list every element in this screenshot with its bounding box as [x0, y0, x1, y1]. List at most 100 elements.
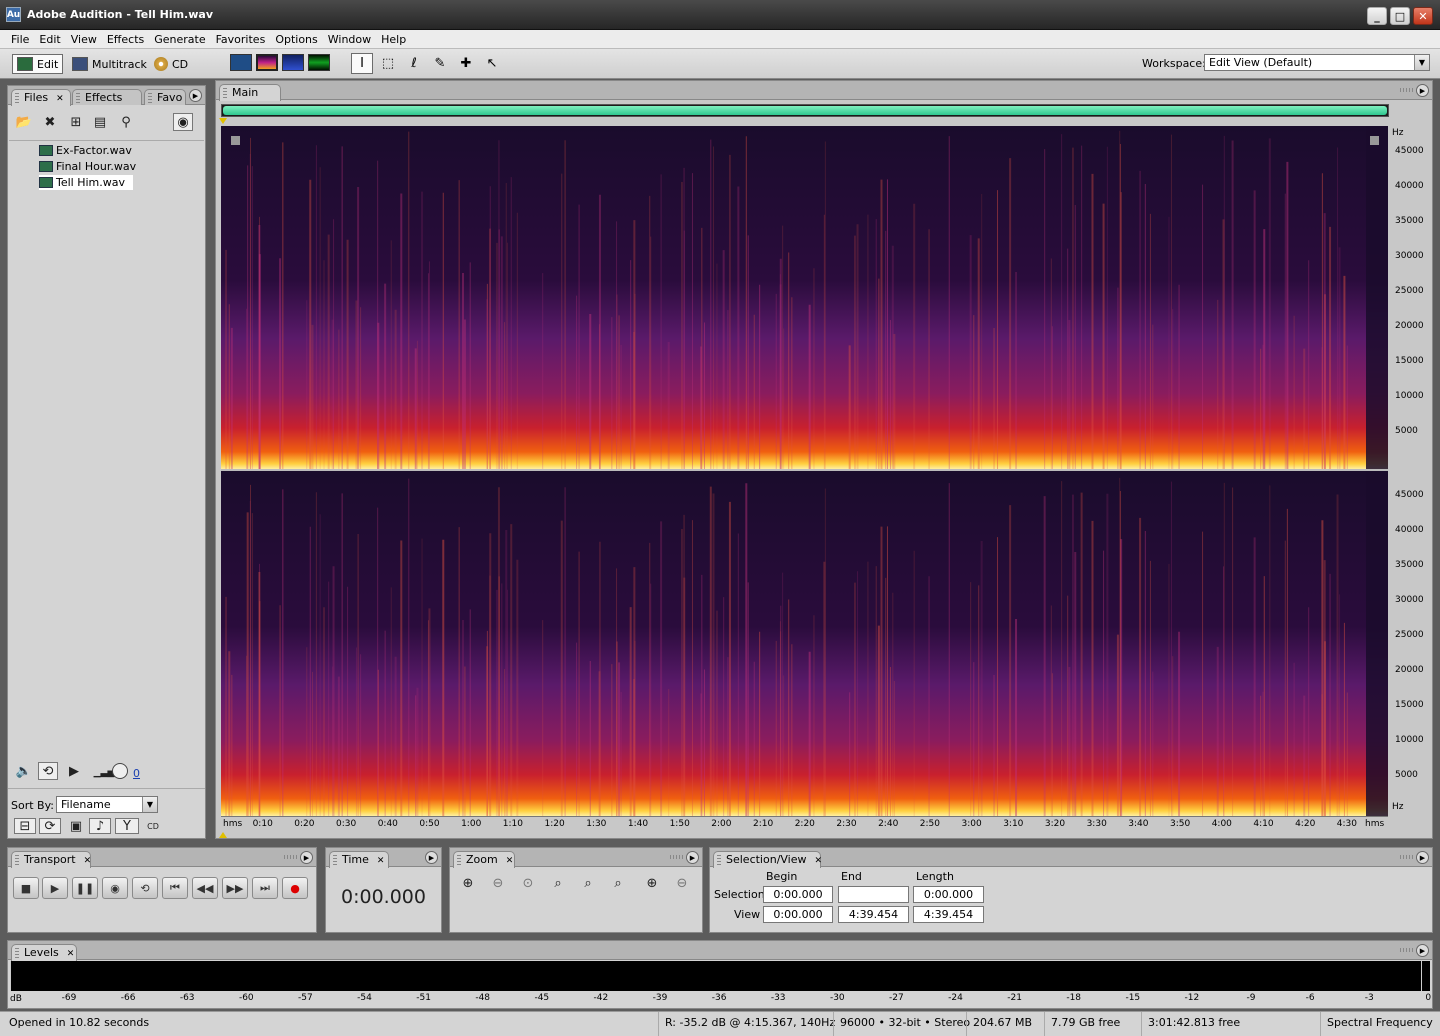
insert-cd-icon[interactable]: ▤: [90, 113, 110, 131]
time-ruler[interactable]: hms hms 0:10 0:20 0:30 0:40 0:50 1:00 1:10 1:20…: [221, 816, 1388, 832]
hybrid-tool-icon[interactable]: ↖: [481, 53, 503, 74]
list-item-ex-factor[interactable]: Ex-Factor.wav: [39, 143, 140, 158]
tab-transport[interactable]: Transport ✕: [11, 851, 91, 868]
tab-zoom[interactable]: Zoom ✕: [453, 851, 515, 868]
workspace-select[interactable]: Edit View (Default) ▼: [1204, 54, 1430, 71]
zoom-out-vertical-icon[interactable]: ⊖: [672, 874, 692, 892]
zoom-corner-icon[interactable]: [1370, 136, 1379, 145]
start-marker-icon[interactable]: [219, 118, 227, 124]
view-begin-field[interactable]: 0:00.000: [763, 906, 833, 923]
close-icon[interactable]: ✕: [84, 856, 92, 866]
zoom-in-icon[interactable]: ⊕: [458, 874, 478, 892]
selection-length-field[interactable]: 0:00.000: [913, 886, 984, 903]
view-end-field[interactable]: 4:39.454: [838, 906, 909, 923]
close-button[interactable]: ✕: [1413, 7, 1433, 25]
play-icon[interactable]: ▶: [64, 762, 84, 780]
menu-view[interactable]: View: [66, 33, 102, 46]
list-item-final-hour[interactable]: Final Hour.wav: [39, 159, 144, 174]
overview-range[interactable]: [223, 106, 1387, 115]
sort-by-select[interactable]: Filename ▼: [56, 796, 158, 813]
filter-loop-icon[interactable]: ⟳: [39, 818, 61, 834]
zoom-left-icon[interactable]: ⌕: [578, 874, 598, 892]
loop-play-button[interactable]: ⟲: [132, 877, 158, 899]
close-icon[interactable]: ✕: [377, 856, 385, 866]
selection-begin-field[interactable]: 0:00.000: [763, 886, 833, 903]
menu-edit[interactable]: Edit: [34, 33, 65, 46]
loop-icon[interactable]: ⟲: [38, 762, 58, 780]
go-to-end-button[interactable]: ⏭: [252, 877, 278, 899]
waveform-display-button[interactable]: [230, 54, 252, 71]
selection-end-field[interactable]: [838, 886, 909, 903]
marquee-tool-icon[interactable]: ⬚: [377, 53, 399, 74]
panel-menu-icon[interactable]: ▶: [425, 851, 438, 864]
play-to-end-button[interactable]: ◉: [102, 877, 128, 899]
stop-button[interactable]: ■: [13, 877, 39, 899]
spectral-phase-button[interactable]: [308, 54, 330, 71]
spectrogram-display[interactable]: [221, 126, 1388, 816]
zoom-in-vertical-icon[interactable]: ⊕: [642, 874, 662, 892]
menu-file[interactable]: File: [6, 33, 34, 46]
time-selection-tool-icon[interactable]: I: [351, 53, 373, 74]
maximize-button[interactable]: □: [1390, 7, 1410, 25]
menu-generate[interactable]: Generate: [149, 33, 210, 46]
rewind-button[interactable]: ◀◀: [192, 877, 218, 899]
overview-bar[interactable]: [221, 104, 1389, 117]
pause-button[interactable]: ❚❚: [72, 877, 98, 899]
menu-help[interactable]: Help: [376, 33, 411, 46]
list-item-tell-him[interactable]: Tell Him.wav: [39, 175, 134, 190]
zoom-out-icon[interactable]: ⊖: [488, 874, 508, 892]
tab-effects[interactable]: Effects: [72, 89, 142, 105]
filter-cd-icon[interactable]: CD: [142, 818, 164, 834]
filter-wave-icon[interactable]: ⊟: [14, 818, 36, 834]
lasso-tool-icon[interactable]: ℓ: [403, 53, 425, 74]
menu-options[interactable]: Options: [270, 33, 322, 46]
menu-effects[interactable]: Effects: [102, 33, 149, 46]
zoom-full-icon[interactable]: ⊙: [518, 874, 538, 892]
filter-midi-icon[interactable]: ♪: [89, 818, 111, 834]
close-icon[interactable]: ✕: [815, 856, 823, 866]
panel-menu-icon[interactable]: ▶: [1416, 84, 1429, 97]
tab-favorites[interactable]: Favo: [144, 89, 186, 105]
close-icon[interactable]: ✕: [506, 856, 514, 866]
tab-files[interactable]: Files ✕: [11, 89, 71, 106]
tab-time[interactable]: Time ✕: [329, 851, 389, 868]
open-file-icon[interactable]: 📂: [14, 113, 34, 131]
tab-levels[interactable]: Levels ✕: [11, 944, 77, 961]
play-button[interactable]: ▶: [42, 877, 68, 899]
speaker-icon[interactable]: 🔈: [14, 762, 34, 780]
minimize-button[interactable]: _: [1367, 7, 1387, 25]
menu-favorites[interactable]: Favorites: [211, 33, 271, 46]
zoom-right-icon[interactable]: ⌕: [608, 874, 628, 892]
spot-healing-tool-icon[interactable]: ✚: [455, 53, 477, 74]
edit-file-icon[interactable]: ⚲: [116, 113, 136, 131]
fast-forward-button[interactable]: ▶▶: [222, 877, 248, 899]
close-icon[interactable]: ✕: [67, 949, 75, 959]
go-to-start-button[interactable]: ⏮: [162, 877, 188, 899]
filter-options-icon[interactable]: Y: [115, 818, 139, 834]
zoom-selection-icon[interactable]: ⌕: [548, 874, 568, 892]
volume-knob[interactable]: [112, 763, 128, 779]
brush-tool-icon[interactable]: ✎: [429, 53, 451, 74]
multitrack-view-button[interactable]: Multitrack: [72, 54, 147, 74]
show-options-icon[interactable]: ◉: [173, 113, 193, 131]
cti-marker-icon[interactable]: [219, 832, 227, 838]
cd-view-button[interactable]: CD: [154, 54, 188, 74]
record-button[interactable]: ●: [282, 877, 308, 899]
spectral-frequency-button[interactable]: [256, 54, 278, 71]
panel-menu-icon[interactable]: ▶: [686, 851, 699, 864]
view-length-field[interactable]: 4:39.454: [913, 906, 984, 923]
insert-multitrack-icon[interactable]: ⊞: [66, 113, 86, 131]
panel-menu-icon[interactable]: ▶: [1416, 944, 1429, 957]
filter-video-icon[interactable]: ▣: [65, 818, 87, 834]
close-icon[interactable]: ✕: [56, 94, 64, 104]
close-file-icon[interactable]: ✖: [40, 113, 60, 131]
edit-view-button[interactable]: Edit: [12, 54, 64, 74]
zoom-corner-icon[interactable]: [231, 136, 240, 145]
tab-main[interactable]: Main: [219, 84, 281, 101]
volume-value[interactable]: 0: [133, 767, 140, 780]
menu-window[interactable]: Window: [323, 33, 376, 46]
panel-menu-icon[interactable]: ▶: [1416, 851, 1429, 864]
panel-menu-icon[interactable]: ▶: [300, 851, 313, 864]
spectral-pan-button[interactable]: [282, 54, 304, 71]
panel-menu-icon[interactable]: ▶: [189, 89, 202, 102]
